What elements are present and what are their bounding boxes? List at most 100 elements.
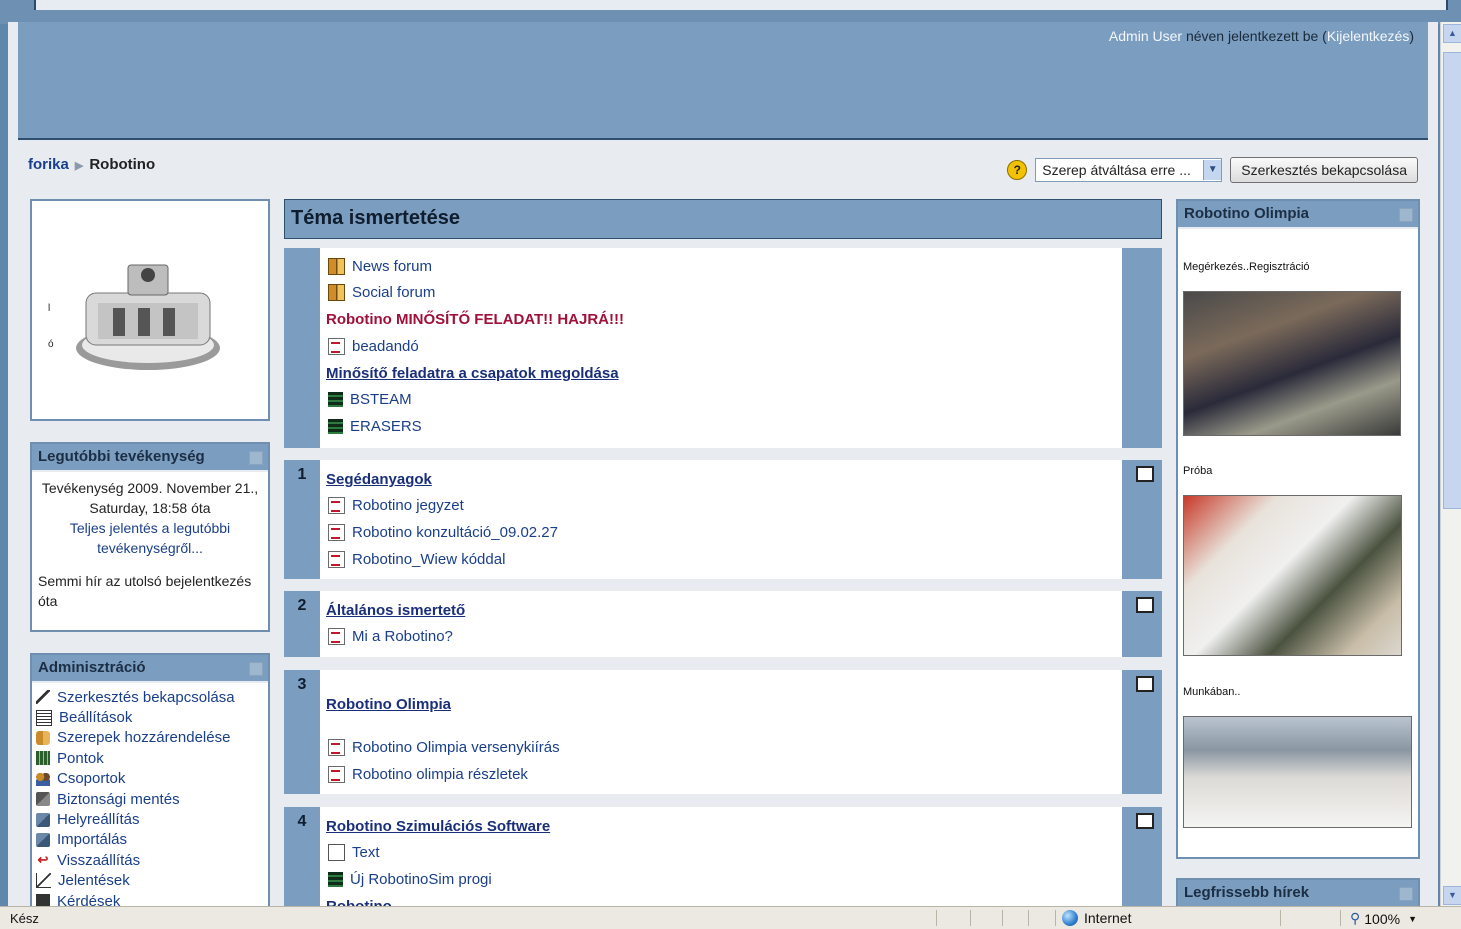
role-switch-value: Szerep átváltása erre ... — [1042, 162, 1191, 178]
section-highlight-checkbox[interactable] — [1136, 466, 1154, 482]
zoom-level[interactable]: ⚲ 100% ▼ — [1350, 910, 1417, 927]
chevron-down-icon[interactable]: ▼ — [1203, 160, 1222, 180]
photo-caption: Munkában.. — [1183, 686, 1241, 698]
user-profile-link[interactable]: Admin User — [1109, 28, 1182, 44]
scroll-up-icon[interactable]: ▲ — [1443, 24, 1461, 43]
section-highlight-checkbox[interactable] — [1136, 676, 1154, 692]
admin-item-edit: Szerkesztés bekapcsolása — [36, 687, 264, 707]
hide-block-icon[interactable] — [249, 662, 263, 676]
login-info: Admin User néven jelentkezett be (Kijele… — [1108, 28, 1414, 44]
breadcrumb-home-link[interactable]: forika — [28, 156, 69, 173]
backup-icon — [36, 792, 50, 807]
settings-icon — [36, 709, 52, 726]
pdf-icon — [328, 338, 345, 355]
section-label: Robotino MINŐSÍTŐ FELADAT!! HAJRÁ!!! — [326, 311, 625, 328]
list-item: beadandó — [328, 338, 419, 355]
pencil-icon — [36, 690, 50, 705]
administration-block: Adminisztráció Szerkesztés bekapcsolása … — [30, 653, 270, 917]
section-3: 3 Robotino Olimpia Robotino Olimpia vers… — [284, 670, 1162, 794]
photo-registration[interactable] — [1183, 291, 1401, 436]
groups-icon — [36, 771, 50, 786]
section-link[interactable]: Robotino... — [326, 898, 404, 906]
robot-image-block: l ó — [30, 199, 270, 421]
breadcrumb-current: Robotino — [89, 156, 156, 173]
logged-in-text: néven jelentkezett be ( — [1182, 28, 1327, 44]
section-0: News forum Social forum Robotino MINŐSÍT… — [284, 248, 1162, 448]
hide-block-icon[interactable] — [1399, 208, 1413, 222]
section-link[interactable]: Minősítő feladatra a csapatok megoldása — [326, 365, 619, 382]
pdf-icon — [328, 766, 345, 783]
site-header: Admin User néven jelentkezett be (Kijele… — [18, 22, 1428, 140]
admin-item-reset: ↩ Visszaállítás — [37, 851, 141, 869]
section-title[interactable]: Robotino Szimulációs Software — [326, 818, 550, 835]
activity-since-text: Tevékenység 2009. November 21., Saturday… — [41, 480, 259, 516]
section-title[interactable]: Robotino Olimpia — [326, 696, 451, 713]
full-report-link[interactable]: Teljes jelentés a legutóbbi tevékenységr… — [70, 520, 230, 556]
photo-working[interactable] — [1183, 716, 1412, 828]
database-icon — [328, 872, 343, 887]
recent-activity-title: Legutóbbi tevékenység — [32, 444, 268, 472]
list-item: Robotino konzultáció_09.02.27 — [328, 524, 558, 541]
recent-activity-block: Legutóbbi tevékenység Tevékenység 2009. … — [30, 442, 270, 632]
edit-mode-button[interactable]: Szerkesztés bekapcsolása — [1230, 157, 1418, 183]
list-item: BSTEAM — [328, 391, 412, 408]
list-item: Robotino olimpia részletek — [328, 766, 528, 783]
forum-icon — [328, 258, 345, 275]
pdf-icon — [328, 524, 345, 541]
admin-item-import: Importálás — [36, 830, 264, 850]
help-icon[interactable]: ? — [1007, 160, 1028, 180]
admin-item-roles: Szerepek hozzárendelése — [36, 728, 264, 748]
list-item: ERASERS — [328, 418, 422, 435]
photo-caption: Megérkezés..Regisztráció — [1183, 261, 1310, 273]
breadcrumb-separator-icon: ▶ — [74, 160, 84, 172]
status-bar: Kész Internet ⚲ 100% ▼ — [0, 906, 1461, 929]
list-item: Robotino Olimpia versenykiírás — [328, 739, 560, 756]
security-zone: Internet — [1062, 910, 1131, 926]
roles-icon — [36, 730, 50, 745]
admin-item-backup: Biztonsági mentés — [36, 789, 264, 809]
section-title[interactable]: Általános ismertető — [326, 602, 465, 619]
administration-title: Adminisztráció — [32, 655, 268, 683]
scroll-down-icon[interactable]: ▼ — [1443, 886, 1461, 905]
admin-item-settings: Beállítások — [36, 707, 264, 727]
hide-block-icon[interactable] — [1399, 887, 1413, 901]
section-highlight-checkbox[interactable] — [1136, 597, 1154, 613]
list-item: Robotino_Wiew kóddal — [328, 551, 505, 568]
chart-icon — [36, 873, 51, 889]
section-title[interactable]: Segédanyagok — [326, 471, 432, 488]
admin-menu: Szerkesztés bekapcsolása Beállítások Sze… — [32, 683, 268, 915]
restore-icon — [36, 812, 50, 827]
forum-icon — [328, 284, 345, 301]
window-frame-top — [0, 0, 1461, 24]
section-highlight-checkbox[interactable] — [1136, 813, 1154, 829]
list-item: News forum — [328, 258, 432, 275]
database-icon — [328, 392, 343, 407]
scroll-thumb[interactable] — [1443, 52, 1461, 509]
page: Admin User néven jelentkezett be (Kijele… — [8, 22, 1438, 922]
section-4: 4 Robotino Szimulációs Software Text Új … — [284, 807, 1162, 906]
section-1: 1 Segédanyagok Robotino jegyzet Robotino… — [284, 460, 1162, 579]
photo-caption: Próba — [1183, 465, 1213, 477]
section-2: 2 Általános ismertető Mi a Robotino? — [284, 591, 1162, 657]
admin-item-groups: Csoportok — [36, 769, 264, 789]
chevron-down-icon[interactable]: ▼ — [1408, 914, 1417, 924]
magnifier-icon: ⚲ — [1350, 910, 1361, 926]
role-switch-select[interactable]: Szerep átváltása erre ... ▼ — [1035, 158, 1223, 182]
list-item: Mi a Robotino? — [328, 628, 453, 645]
reset-icon: ↩ — [37, 852, 49, 868]
list-item: Social forum — [328, 284, 435, 301]
database-icon — [328, 419, 343, 434]
photo-trial[interactable] — [1183, 495, 1402, 656]
admin-item-restore: Helyreállítás — [36, 809, 264, 829]
olimpia-block: Robotino Olimpia Megérkezés..Regisztráci… — [1176, 199, 1420, 859]
import-icon — [36, 832, 50, 847]
breadcrumb: forika ▶ Robotino — [28, 156, 155, 173]
no-news-text: Semmi hír az utolsó bejelentkezés óta — [38, 573, 252, 609]
pdf-icon — [328, 628, 345, 645]
vertical-scrollbar[interactable]: ▲ ▼ — [1440, 22, 1461, 906]
topic-title: Téma ismertetése — [284, 199, 1162, 239]
hide-block-icon[interactable] — [249, 451, 263, 465]
list-item: Robotino jegyzet — [328, 497, 464, 514]
logout-link[interactable]: Kijelentkezés — [1327, 28, 1410, 44]
grades-icon — [36, 751, 50, 766]
